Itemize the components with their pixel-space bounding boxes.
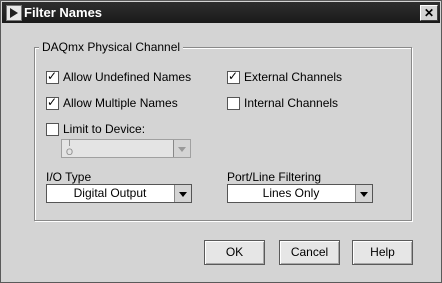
window-title: Filter Names — [24, 5, 103, 20]
device-select[interactable]: IO — [61, 139, 191, 158]
allow-multiple-names-checkbox[interactable]: Allow Multiple Names — [46, 95, 178, 110]
limit-to-device-checkbox[interactable]: Limit to Device: — [46, 122, 145, 136]
io-name-icon: IO — [66, 138, 74, 157]
chevron-down-icon[interactable] — [355, 185, 372, 202]
checkbox-box[interactable] — [227, 96, 240, 110]
labview-icon — [6, 5, 22, 21]
checkbox-box[interactable] — [46, 122, 59, 136]
port-line-filtering-value: Lines Only — [262, 186, 320, 200]
internal-channels-checkbox[interactable]: Internal Channels — [227, 96, 338, 110]
io-type-select[interactable]: Digital Output — [46, 184, 192, 203]
checkbox-label: External Channels — [244, 70, 343, 84]
chevron-down-icon[interactable] — [173, 140, 190, 157]
help-button[interactable]: Help — [352, 240, 413, 265]
chevron-down-icon[interactable] — [174, 185, 191, 202]
checkbox-label: Allow Multiple Names — [63, 96, 178, 110]
io-type-label: I/O Type — [46, 170, 92, 184]
checkbox-box[interactable] — [227, 69, 240, 84]
checkbox-label: Limit to Device: — [63, 122, 146, 136]
title-bar: Filter Names ✕ — [2, 2, 440, 23]
checkbox-box[interactable] — [46, 95, 59, 110]
external-channels-checkbox[interactable]: External Channels — [227, 69, 343, 84]
close-icon[interactable]: ✕ — [420, 5, 438, 21]
io-type-value: Digital Output — [73, 186, 147, 200]
checkbox-label: Internal Channels — [244, 96, 339, 110]
allow-undefined-names-checkbox[interactable]: Allow Undefined Names — [46, 69, 192, 84]
filter-names-dialog: Filter Names ✕ DAQmx Physical Channel Al… — [0, 0, 442, 283]
group-title: DAQmx Physical Channel — [39, 40, 184, 54]
ok-button[interactable]: OK — [204, 240, 265, 265]
port-line-filtering-label: Port/Line Filtering — [227, 170, 322, 184]
cancel-button[interactable]: Cancel — [279, 240, 340, 265]
checkbox-box[interactable] — [46, 69, 59, 84]
checkbox-label: Allow Undefined Names — [63, 70, 192, 84]
port-line-filtering-select[interactable]: Lines Only — [227, 184, 373, 203]
